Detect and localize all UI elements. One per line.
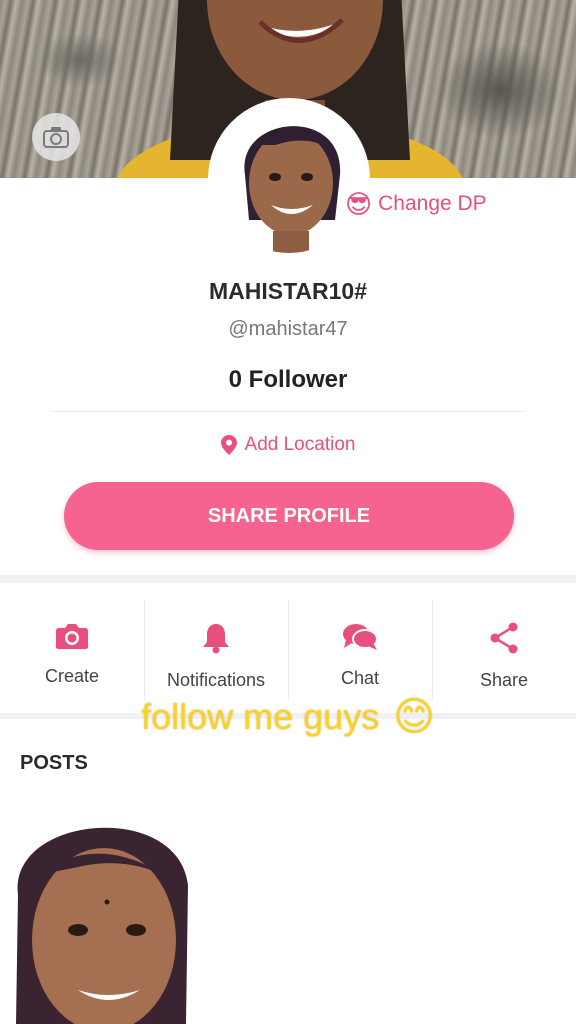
- add-location-link[interactable]: Add Location: [0, 434, 576, 456]
- create-button[interactable]: Create: [0, 600, 144, 700]
- post-thumbnail[interactable]: [8, 805, 194, 1024]
- chat-label: Chat: [340, 668, 380, 688]
- share-label: Share: [479, 670, 529, 690]
- posts-heading: POSTS: [20, 752, 88, 774]
- sunglasses-emoji-icon: 😎: [345, 188, 373, 219]
- avatar-image: [215, 105, 363, 253]
- video-caption-overlay: follow me guys 😊: [0, 694, 576, 740]
- profile-avatar[interactable]: [208, 98, 370, 260]
- share-profile-button[interactable]: SHARE PROFILE: [64, 482, 514, 550]
- camera-icon: [56, 624, 88, 649]
- chat-icon: [343, 624, 378, 650]
- caption-text: follow me guys: [141, 696, 380, 737]
- smiling-face-emoji-icon: 😊: [393, 695, 435, 739]
- profile-name: MAHISTAR10#: [208, 278, 368, 304]
- post-image: [8, 805, 194, 1024]
- share-button[interactable]: Share: [432, 600, 576, 700]
- divider: [50, 411, 526, 412]
- location-pin-icon: [220, 435, 237, 455]
- notifications-label: Notifications: [166, 670, 266, 690]
- chat-button[interactable]: Chat: [288, 600, 432, 700]
- bell-icon: [203, 624, 229, 654]
- create-label: Create: [44, 666, 100, 686]
- change-dp-label: Change DP: [378, 192, 487, 215]
- notifications-button[interactable]: Notifications: [144, 600, 288, 700]
- share-icon: [490, 622, 518, 654]
- change-dp-button[interactable]: 😎 Change DP: [345, 186, 487, 222]
- profile-handle: @mahistar47: [228, 318, 348, 340]
- follower-count[interactable]: 0 Follower: [0, 366, 576, 394]
- cover-camera-button[interactable]: [32, 113, 80, 161]
- add-location-label: Add Location: [244, 434, 356, 455]
- action-bar: Create Notifications Chat Share: [0, 600, 576, 700]
- section-separator: [0, 575, 576, 583]
- camera-icon: [43, 127, 69, 148]
